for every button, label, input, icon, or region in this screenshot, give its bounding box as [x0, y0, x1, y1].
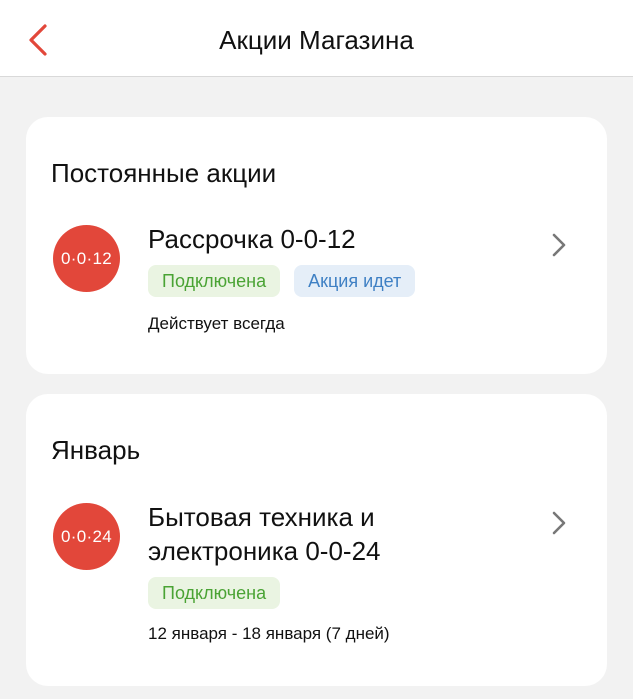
section-title: Январь: [51, 435, 141, 465]
chevron-right-icon: [552, 511, 566, 535]
promo-item-installment-0-0-12[interactable]: 0·0·12 Рассрочка 0-0-12 Подключена Акция…: [26, 222, 607, 352]
permanent-promotions-card: Постоянные акции 0·0·12 Рассрочка 0-0-12…: [26, 117, 607, 374]
status-tag-connected: Подключена: [148, 265, 281, 297]
promo-tags: Подключена: [148, 577, 281, 609]
section-title: Постоянные акции: [51, 158, 277, 188]
january-promotions-card: Январь 0·0·24 Бытовая техника и электрон…: [26, 394, 607, 686]
promo-validity: Действует всегда: [148, 314, 285, 333]
chevron-right-icon: [552, 233, 566, 257]
promo-title: Бытовая техника и электроника 0-0-24: [148, 502, 381, 566]
promo-title: Рассрочка 0-0-12: [148, 224, 356, 254]
promo-item-appliances-0-0-24[interactable]: 0·0·24 Бытовая техника и электроника 0-0…: [26, 500, 607, 660]
promo-badge: 0·0·24: [53, 503, 120, 570]
promo-dates: 12 января - 18 января (7 дней): [148, 624, 390, 643]
promo-tags: Подключена Акция идет: [148, 265, 416, 297]
status-tag-connected: Подключена: [148, 577, 281, 609]
page-title: Акции Магазина: [219, 25, 414, 55]
top-app-bar: Акции Магазина: [0, 0, 633, 77]
status-tag-active: Акция идет: [294, 265, 416, 297]
promo-badge: 0·0·12: [53, 225, 120, 292]
